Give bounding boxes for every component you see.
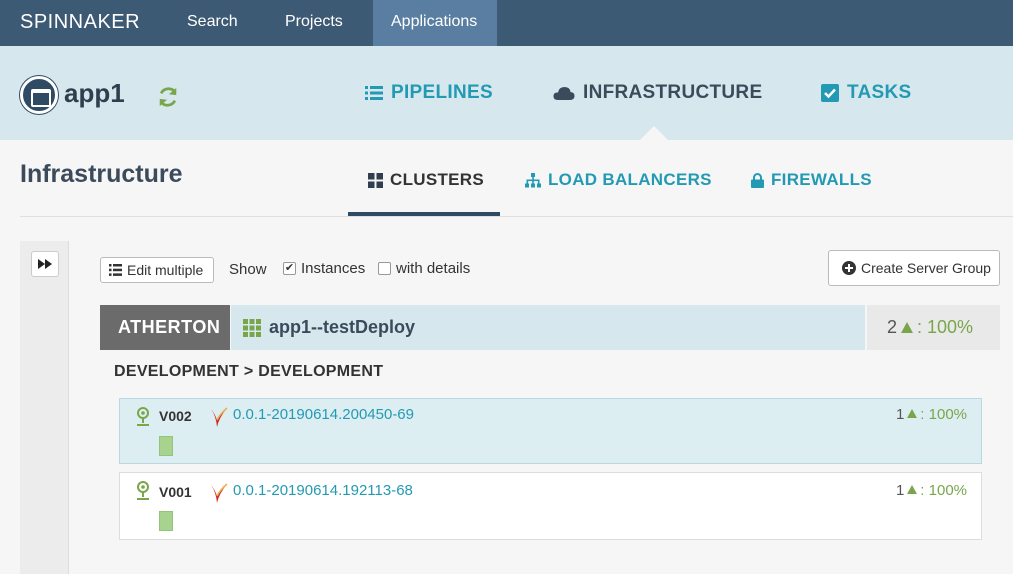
jenkins-feather-icon bbox=[211, 483, 228, 503]
list-icon bbox=[365, 86, 383, 100]
map-pin-icon bbox=[137, 481, 149, 500]
divider bbox=[20, 216, 1013, 217]
tab-firewalls-label: FIREWALLS bbox=[771, 170, 872, 189]
details-label: with details bbox=[396, 260, 471, 277]
cluster-health-count: 2 bbox=[887, 317, 898, 337]
tab-pipelines-label: PIPELINES bbox=[391, 82, 493, 103]
tab-infrastructure-label: INFRASTRUCTURE bbox=[583, 82, 763, 103]
list-icon bbox=[109, 264, 122, 276]
server-group-health-count: 1 bbox=[895, 406, 905, 423]
healthy-up-icon bbox=[907, 485, 918, 494]
nav-applications[interactable]: Applications bbox=[373, 0, 497, 46]
healthy-up-icon bbox=[907, 409, 918, 418]
instances-label: Instances bbox=[301, 260, 366, 277]
cloud-icon bbox=[553, 87, 575, 100]
instances-checkbox[interactable]: ✔ bbox=[283, 262, 296, 275]
instance-healthy[interactable] bbox=[159, 436, 173, 456]
instances-toggle[interactable]: ✔ Instances bbox=[283, 260, 365, 277]
build-link[interactable]: 0.0.1-20190614.200450-69 bbox=[233, 406, 414, 423]
server-group-health-percent: : 100% bbox=[920, 406, 967, 423]
build-link[interactable]: 0.0.1-20190614.192113-68 bbox=[233, 482, 413, 499]
filter-sidebar bbox=[20, 241, 69, 574]
show-label: Show bbox=[229, 261, 267, 278]
create-server-group-label: Create Server Group bbox=[861, 260, 991, 276]
cluster-grid-icon bbox=[243, 318, 261, 337]
server-group-v001[interactable]: V001 0.0.1-20190614.192113-68 1 : 100% bbox=[119, 472, 982, 540]
server-group-v002[interactable]: V002 0.0.1-20190614.200450-69 1 : 100% bbox=[119, 398, 982, 464]
page-title: Infrastructure bbox=[20, 160, 183, 188]
tab-load-balancers-label: LOAD BALANCERS bbox=[548, 170, 712, 189]
tab-tasks-label: TASKS bbox=[847, 82, 912, 103]
tab-pipelines[interactable]: PIPELINES bbox=[365, 82, 493, 104]
check-square-icon bbox=[821, 84, 839, 102]
fast-forward-icon bbox=[38, 259, 52, 269]
active-tab-indicator bbox=[640, 126, 668, 140]
tab-infrastructure[interactable]: INFRASTRUCTURE bbox=[553, 82, 762, 104]
healthy-up-icon bbox=[901, 322, 914, 333]
application-name: app1 bbox=[64, 78, 125, 108]
application-header: app1 PIPELINES INFRASTRUCTURE TASKS bbox=[0, 46, 1013, 140]
tab-clusters-label: CLUSTERS bbox=[390, 170, 485, 189]
server-group-health: 1 : 100% bbox=[896, 482, 967, 499]
brand-logo[interactable]: SPINNAKER bbox=[20, 11, 140, 34]
map-pin-icon bbox=[137, 407, 149, 426]
edit-multiple-label: Edit multiple bbox=[127, 262, 204, 278]
server-group-health-count: 1 bbox=[895, 482, 905, 499]
details-toggle[interactable]: with details bbox=[378, 260, 470, 277]
region-title: DEVELOPMENT > DEVELOPMENT bbox=[114, 363, 384, 380]
jenkins-feather-icon bbox=[211, 407, 228, 427]
create-server-group-button[interactable]: Create Server Group bbox=[828, 250, 1000, 286]
tab-firewalls[interactable]: FIREWALLS bbox=[751, 170, 872, 190]
account-badge: ATHERTON bbox=[100, 305, 230, 350]
cluster-health-percent: : 100% bbox=[917, 317, 974, 337]
refresh-icon[interactable] bbox=[157, 86, 179, 108]
details-checkbox[interactable] bbox=[378, 262, 391, 275]
server-group-health: 1 : 100% bbox=[896, 406, 967, 423]
cluster-header[interactable]: app1--testDeploy bbox=[231, 305, 865, 350]
instance-healthy[interactable] bbox=[159, 511, 173, 531]
nav-projects[interactable]: Projects bbox=[267, 0, 361, 46]
grid-icon bbox=[368, 172, 383, 188]
cluster-health: 2 : 100% bbox=[867, 305, 1000, 350]
edit-multiple-button[interactable]: Edit multiple bbox=[100, 257, 214, 283]
server-group-health-percent: : 100% bbox=[920, 482, 967, 499]
server-group-version: V001 bbox=[159, 484, 192, 500]
nav-search[interactable]: Search bbox=[169, 0, 256, 46]
expand-sidebar-button[interactable] bbox=[31, 251, 59, 277]
cluster-name: app1--testDeploy bbox=[269, 317, 416, 337]
plus-circle-icon bbox=[842, 261, 856, 275]
tab-tasks[interactable]: TASKS bbox=[821, 82, 911, 104]
top-nav-bar: SPINNAKER Search Projects Applications bbox=[0, 0, 1013, 46]
lock-icon bbox=[751, 172, 764, 188]
tab-clusters[interactable]: CLUSTERS bbox=[368, 170, 484, 190]
sitemap-icon bbox=[525, 172, 541, 187]
tab-load-balancers[interactable]: LOAD BALANCERS bbox=[525, 170, 712, 190]
server-group-version: V002 bbox=[159, 408, 192, 424]
application-icon bbox=[20, 76, 58, 114]
